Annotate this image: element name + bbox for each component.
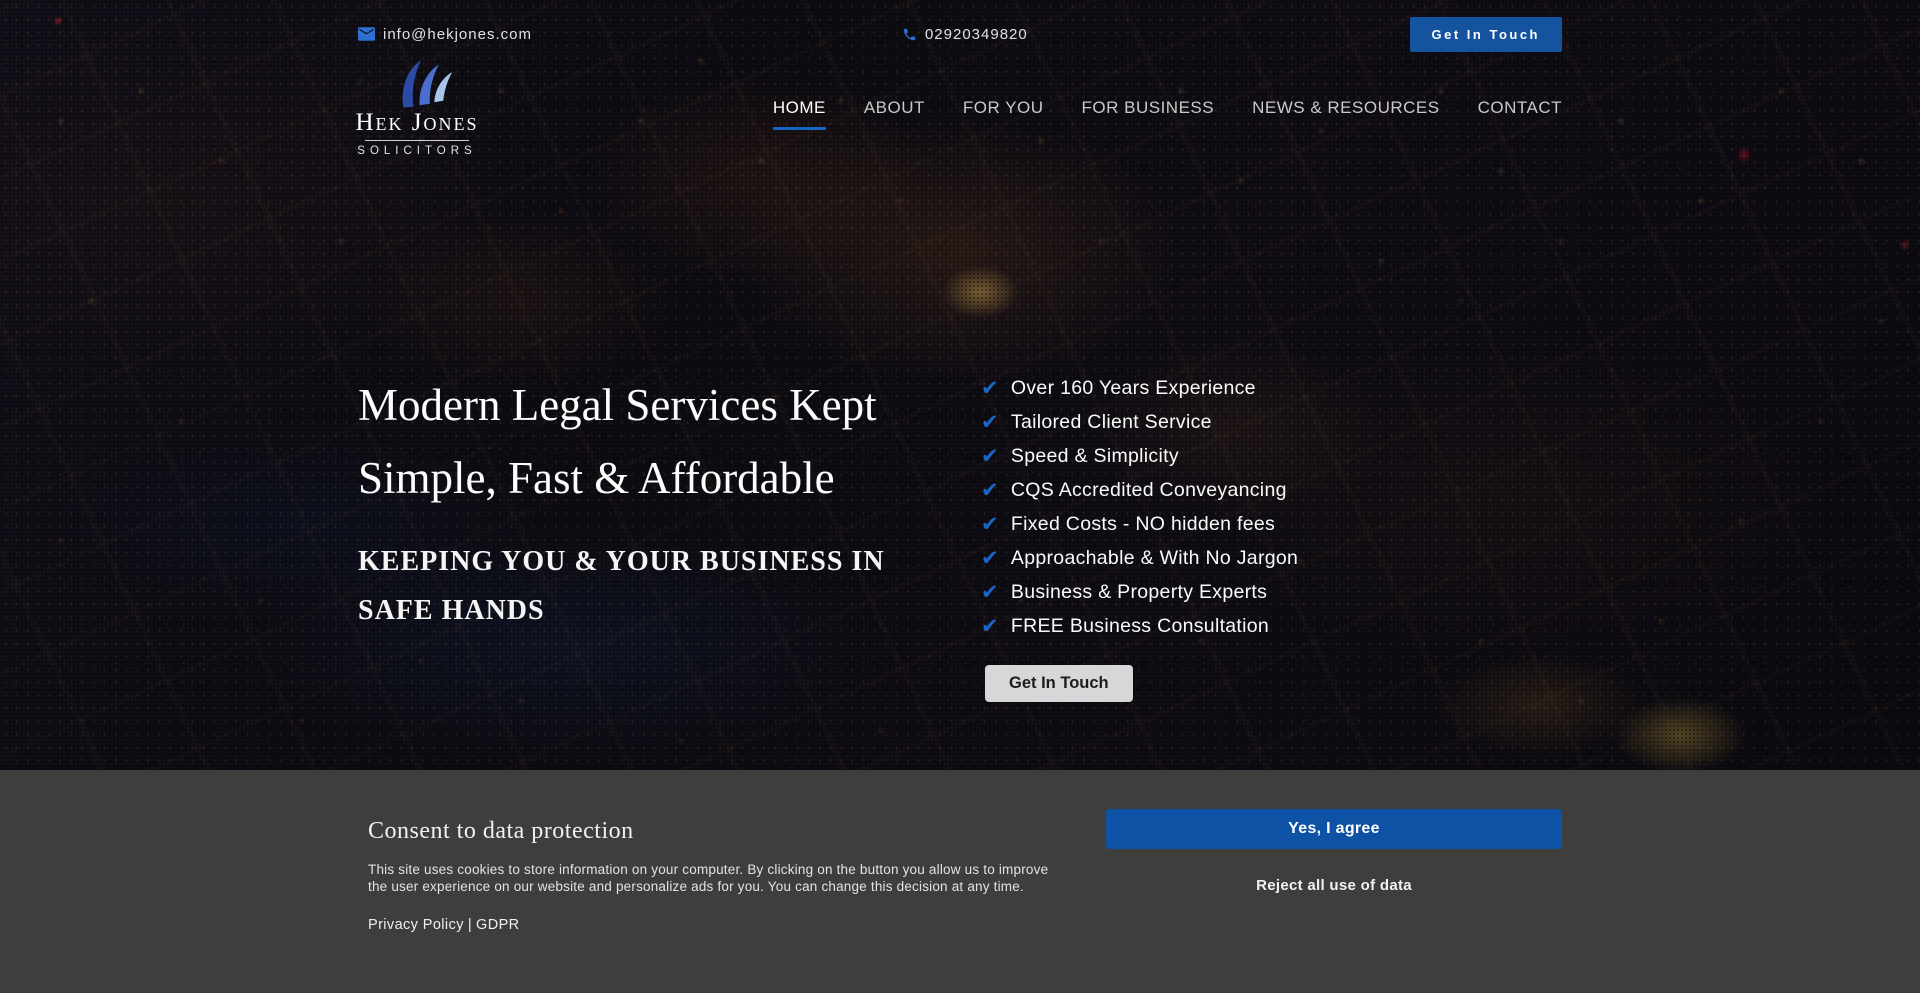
checklist-item: ✔ Speed & Simplicity bbox=[981, 439, 1561, 473]
cookie-text-block: Consent to data protection This site use… bbox=[368, 809, 1068, 933]
email-link[interactable]: info@hekjones.com bbox=[358, 26, 532, 43]
checklist-item: ✔ CQS Accredited Conveyancing bbox=[981, 473, 1561, 507]
cookie-actions: Yes, I agree Reject all use of data bbox=[1106, 809, 1562, 933]
nav-item-home-label: HOME bbox=[773, 98, 826, 117]
hero-title: Modern Legal Services Kept Simple, Fast … bbox=[358, 369, 968, 515]
reject-cookies-button[interactable]: Reject all use of data bbox=[1256, 877, 1412, 894]
main-menu: HOME ABOUT FOR YOU FOR BUSINESS NEWS & R… bbox=[773, 98, 1562, 130]
link-separator: | bbox=[468, 917, 472, 933]
accept-cookies-button[interactable]: Yes, I agree bbox=[1106, 809, 1562, 849]
nav-item-contact[interactable]: CONTACT bbox=[1478, 98, 1562, 118]
nav-item-about[interactable]: ABOUT bbox=[864, 98, 925, 118]
active-nav-underline bbox=[773, 127, 826, 130]
checklist-item-label: CQS Accredited Conveyancing bbox=[1011, 473, 1287, 507]
hero-title-line2: Simple, Fast & Affordable bbox=[358, 442, 968, 515]
logo-divider bbox=[365, 140, 469, 141]
logo-name: Hek Jones bbox=[355, 110, 478, 135]
phone-link[interactable]: 02920349820 bbox=[902, 26, 1028, 43]
checklist-item-label: Approachable & With No Jargon bbox=[1011, 541, 1298, 575]
check-icon: ✔ bbox=[981, 440, 999, 474]
cookie-body-text: This site uses cookies to store informat… bbox=[368, 862, 1056, 895]
hero-section: info@hekjones.com 02920349820 Get In Tou… bbox=[0, 0, 1920, 770]
check-icon: ✔ bbox=[981, 508, 999, 542]
checklist-item: ✔ Over 160 Years Experience bbox=[981, 371, 1561, 405]
check-icon: ✔ bbox=[981, 406, 999, 440]
phone-text: 02920349820 bbox=[925, 26, 1028, 43]
check-icon: ✔ bbox=[981, 372, 999, 406]
nav-item-for-you[interactable]: FOR YOU bbox=[963, 98, 1044, 118]
logo-swoosh-icon bbox=[387, 60, 461, 112]
checklist-item-label: Speed & Simplicity bbox=[1011, 439, 1179, 473]
envelope-icon bbox=[358, 27, 375, 41]
hero-content: Modern Legal Services Kept Simple, Fast … bbox=[358, 369, 1562, 702]
check-icon: ✔ bbox=[981, 610, 999, 644]
top-contact-bar: info@hekjones.com 02920349820 Get In Tou… bbox=[358, 0, 1562, 52]
checklist-item-label: FREE Business Consultation bbox=[1011, 609, 1269, 643]
get-in-touch-button-hero[interactable]: Get In Touch bbox=[985, 665, 1133, 702]
checklist-item: ✔ Business & Property Experts bbox=[981, 575, 1561, 609]
phone-icon bbox=[902, 27, 917, 42]
page: info@hekjones.com 02920349820 Get In Tou… bbox=[0, 0, 1920, 993]
logo[interactable]: Hek Jones SOLICITORS bbox=[358, 60, 476, 157]
email-text: info@hekjones.com bbox=[383, 26, 532, 43]
privacy-policy-link[interactable]: Privacy Policy bbox=[368, 917, 464, 933]
cookie-heading: Consent to data protection bbox=[368, 818, 1068, 845]
checklist-item-label: Over 160 Years Experience bbox=[1011, 371, 1256, 405]
checklist-item: ✔ Tailored Client Service bbox=[981, 405, 1561, 439]
checklist-item: ✔ Fixed Costs - NO hidden fees bbox=[981, 507, 1561, 541]
hero-subtitle-line1: KEEPING YOU & YOUR BUSINESS IN bbox=[358, 537, 968, 586]
benefits-checklist: ✔ Over 160 Years Experience ✔ Tailored Cli… bbox=[981, 371, 1561, 643]
get-in-touch-button-top[interactable]: Get In Touch bbox=[1410, 17, 1562, 52]
nav-item-news-resources[interactable]: NEWS & RESOURCES bbox=[1252, 98, 1439, 118]
hero-subtitle-line2: SAFE HANDS bbox=[358, 586, 968, 635]
nav-item-home[interactable]: HOME bbox=[773, 98, 826, 130]
checklist-item-label: Tailored Client Service bbox=[1011, 405, 1212, 439]
hero-checklist-block: ✔ Over 160 Years Experience ✔ Tailored Cli… bbox=[981, 371, 1561, 702]
navbar: Hek Jones SOLICITORS HOME ABOUT FOR YOU … bbox=[358, 60, 1562, 157]
checklist-item: ✔ Approachable & With No Jargon bbox=[981, 541, 1561, 575]
cookie-consent-bar: Consent to data protection This site use… bbox=[0, 770, 1920, 993]
check-icon: ✔ bbox=[981, 474, 999, 508]
nav-item-for-business[interactable]: FOR BUSINESS bbox=[1082, 98, 1215, 118]
checklist-item-label: Business & Property Experts bbox=[1011, 575, 1267, 609]
gdpr-link[interactable]: GDPR bbox=[476, 917, 520, 933]
check-icon: ✔ bbox=[981, 542, 999, 576]
cookie-links: Privacy Policy|GDPR bbox=[368, 917, 1068, 933]
hero-text-block: Modern Legal Services Kept Simple, Fast … bbox=[358, 369, 968, 702]
checklist-item: ✔ FREE Business Consultation bbox=[981, 609, 1561, 643]
hero-title-line1: Modern Legal Services Kept bbox=[358, 369, 968, 442]
checklist-item-label: Fixed Costs - NO hidden fees bbox=[1011, 507, 1275, 541]
hero-subtitle: KEEPING YOU & YOUR BUSINESS IN SAFE HAND… bbox=[358, 537, 968, 635]
logo-tagline: SOLICITORS bbox=[357, 145, 476, 157]
check-icon: ✔ bbox=[981, 576, 999, 610]
